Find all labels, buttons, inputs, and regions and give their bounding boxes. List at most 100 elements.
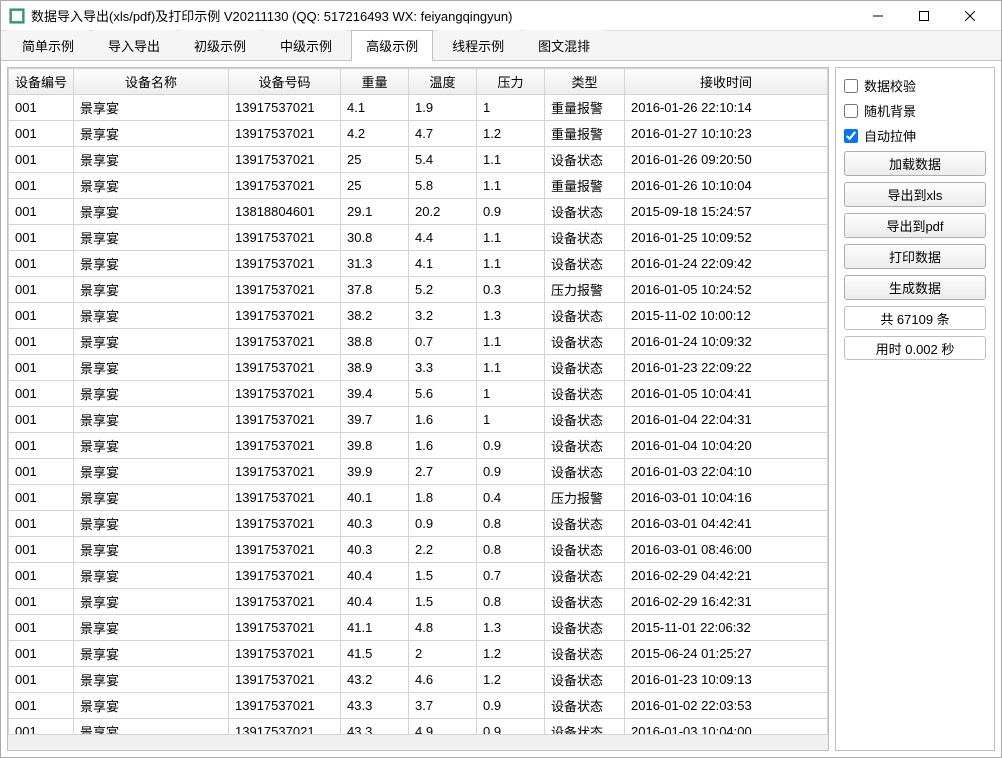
table-cell: 001	[9, 381, 74, 407]
tab-5[interactable]: 线程示例	[437, 30, 519, 60]
table-row[interactable]: 001景享宴1391753702139.45.61设备状态2016-01-05 …	[9, 381, 828, 407]
table-cell: 设备状态	[545, 615, 625, 641]
print-data-button[interactable]: 打印数据	[844, 244, 986, 269]
table-row[interactable]: 001景享宴1391753702140.41.50.7设备状态2016-02-2…	[9, 563, 828, 589]
table-row[interactable]: 001景享宴13917537021255.81.1重量报警2016-01-26 …	[9, 173, 828, 199]
tab-2[interactable]: 初级示例	[179, 30, 261, 60]
table-cell: 5.6	[409, 381, 477, 407]
table-row[interactable]: 001景享宴1391753702137.85.20.3压力报警2016-01-0…	[9, 277, 828, 303]
table-cell: 31.3	[341, 251, 409, 277]
table-cell: 1.8	[409, 485, 477, 511]
table-cell: 001	[9, 537, 74, 563]
table-cell: 压力报警	[545, 277, 625, 303]
table-row[interactable]: 001景享宴1391753702143.34.90.9设备状态2016-01-0…	[9, 719, 828, 735]
table-cell: 41.1	[341, 615, 409, 641]
export-xls-button[interactable]: 导出到xls	[844, 182, 986, 207]
table-cell: 2016-02-29 16:42:31	[625, 589, 828, 615]
checkbox-validate[interactable]: 数据校验	[844, 76, 986, 95]
table-row[interactable]: 001景享宴1391753702140.32.20.8设备状态2016-03-0…	[9, 537, 828, 563]
table-cell: 2016-01-23 22:09:22	[625, 355, 828, 381]
column-header[interactable]: 设备名称	[74, 69, 229, 95]
table-row[interactable]: 001景享宴1391753702130.84.41.1设备状态2016-01-2…	[9, 225, 828, 251]
checkbox-random-bg-input[interactable]	[844, 104, 858, 118]
table-cell: 重量报警	[545, 121, 625, 147]
table-cell: 0.9	[477, 199, 545, 225]
table-cell: 2016-01-23 10:09:13	[625, 667, 828, 693]
table-row[interactable]: 001景享宴1391753702140.41.50.8设备状态2016-02-2…	[9, 589, 828, 615]
tab-3[interactable]: 中级示例	[265, 30, 347, 60]
table-row[interactable]: 001景享宴1391753702140.11.80.4压力报警2016-03-0…	[9, 485, 828, 511]
checkbox-auto-stretch[interactable]: 自动拉伸	[844, 126, 986, 145]
table-cell: 13917537021	[229, 147, 341, 173]
table-row[interactable]: 001景享宴1391753702143.33.70.9设备状态2016-01-0…	[9, 693, 828, 719]
table-container: 设备编号设备名称设备号码重量温度压力类型接收时间 001景享宴139175370…	[7, 67, 829, 751]
table-scroll[interactable]: 设备编号设备名称设备号码重量温度压力类型接收时间 001景享宴139175370…	[8, 68, 828, 734]
table-cell: 景享宴	[74, 511, 229, 537]
table-row[interactable]: 001景享宴1391753702139.92.70.9设备状态2016-01-0…	[9, 459, 828, 485]
horizontal-scrollbar[interactable]	[8, 734, 828, 750]
table-cell: 25	[341, 147, 409, 173]
table-row[interactable]: 001景享宴1391753702141.521.2设备状态2015-06-24 …	[9, 641, 828, 667]
table-cell: 5.8	[409, 173, 477, 199]
table-row[interactable]: 001景享宴1391753702141.14.81.3设备状态2015-11-0…	[9, 615, 828, 641]
table-cell: 13917537021	[229, 433, 341, 459]
minimize-button[interactable]	[855, 2, 901, 30]
table-cell: 0.9	[477, 433, 545, 459]
table-cell: 2016-01-02 22:03:53	[625, 693, 828, 719]
table-row[interactable]: 001景享宴1391753702140.30.90.8设备状态2016-03-0…	[9, 511, 828, 537]
table-cell: 设备状态	[545, 641, 625, 667]
table-cell: 1.1	[477, 251, 545, 277]
table-cell: 13917537021	[229, 121, 341, 147]
column-header[interactable]: 接收时间	[625, 69, 828, 95]
tab-0[interactable]: 简单示例	[7, 30, 89, 60]
column-header[interactable]: 温度	[409, 69, 477, 95]
generate-data-button[interactable]: 生成数据	[844, 275, 986, 300]
column-header[interactable]: 设备号码	[229, 69, 341, 95]
tab-1[interactable]: 导入导出	[93, 30, 175, 60]
table-cell: 0.8	[477, 511, 545, 537]
column-header[interactable]: 重量	[341, 69, 409, 95]
table-cell: 1.1	[477, 329, 545, 355]
table-cell: 景享宴	[74, 173, 229, 199]
table-cell: 13917537021	[229, 719, 341, 735]
table-cell: 1.3	[477, 615, 545, 641]
table-cell: 001	[9, 589, 74, 615]
app-icon	[9, 8, 25, 24]
table-row[interactable]: 001景享宴139175370214.11.91重量报警2016-01-26 2…	[9, 95, 828, 121]
close-button[interactable]	[947, 2, 993, 30]
table-row[interactable]: 001景享宴1391753702138.23.21.3设备状态2015-11-0…	[9, 303, 828, 329]
column-header[interactable]: 压力	[477, 69, 545, 95]
table-cell: 1.1	[477, 355, 545, 381]
app-window: 数据导入导出(xls/pdf)及打印示例 V20211130 (QQ: 5172…	[0, 0, 1002, 758]
table-row[interactable]: 001景享宴1391753702138.80.71.1设备状态2016-01-2…	[9, 329, 828, 355]
table-cell: 设备状态	[545, 225, 625, 251]
table-row[interactable]: 001景享宴1391753702143.24.61.2设备状态2016-01-2…	[9, 667, 828, 693]
table-row[interactable]: 001景享宴1391753702131.34.11.1设备状态2016-01-2…	[9, 251, 828, 277]
checkbox-random-bg[interactable]: 随机背景	[844, 101, 986, 120]
table-cell: 001	[9, 329, 74, 355]
table-row[interactable]: 001景享宴1381880460129.120.20.9设备状态2015-09-…	[9, 199, 828, 225]
column-header[interactable]: 类型	[545, 69, 625, 95]
table-row[interactable]: 001景享宴1391753702139.71.61设备状态2016-01-04 …	[9, 407, 828, 433]
export-pdf-button[interactable]: 导出到pdf	[844, 213, 986, 238]
table-row[interactable]: 001景享宴1391753702138.93.31.1设备状态2016-01-2…	[9, 355, 828, 381]
load-data-button[interactable]: 加载数据	[844, 151, 986, 176]
table-cell: 景享宴	[74, 121, 229, 147]
checkbox-auto-stretch-input[interactable]	[844, 129, 858, 143]
window-controls	[855, 2, 993, 30]
table-row[interactable]: 001景享宴139175370214.24.71.2重量报警2016-01-27…	[9, 121, 828, 147]
table-row[interactable]: 001景享宴13917537021255.41.1设备状态2016-01-26 …	[9, 147, 828, 173]
checkbox-validate-input[interactable]	[844, 79, 858, 93]
table-cell: 5.2	[409, 277, 477, 303]
tab-6[interactable]: 图文混排	[523, 30, 605, 60]
maximize-button[interactable]	[901, 2, 947, 30]
column-header[interactable]: 设备编号	[9, 69, 74, 95]
table-row[interactable]: 001景享宴1391753702139.81.60.9设备状态2016-01-0…	[9, 433, 828, 459]
table-cell: 4.9	[409, 719, 477, 735]
table-cell: 13917537021	[229, 225, 341, 251]
table-cell: 景享宴	[74, 355, 229, 381]
table-cell: 13917537021	[229, 407, 341, 433]
table-cell: 39.8	[341, 433, 409, 459]
table-cell: 001	[9, 485, 74, 511]
tab-4[interactable]: 高级示例	[351, 30, 433, 61]
